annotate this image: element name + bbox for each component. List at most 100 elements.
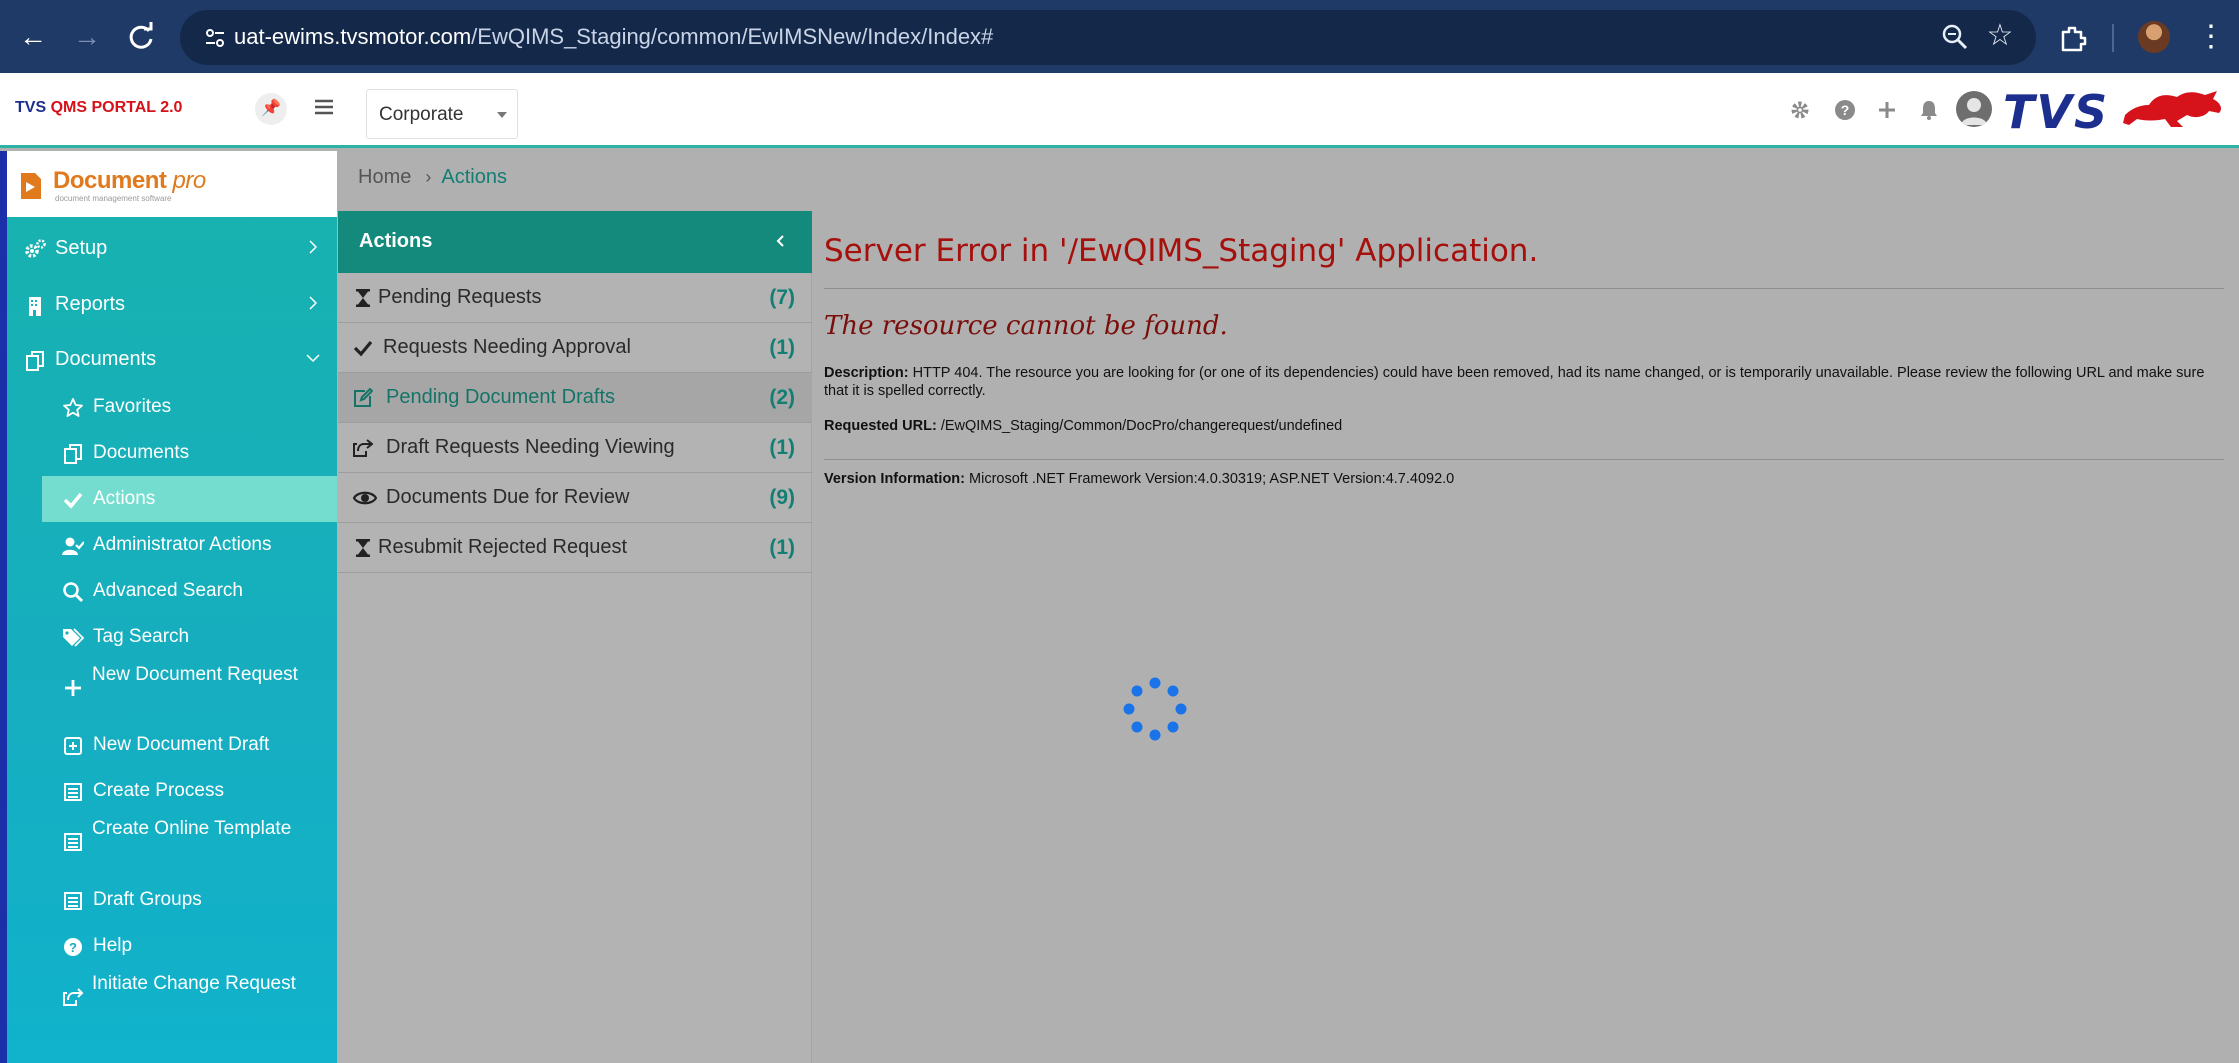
action-count: (1) [769, 536, 795, 559]
error-version-info: Version Information: Microsoft .NET Fram… [824, 471, 1455, 487]
breadcrumb-current[interactable]: Actions [441, 166, 507, 188]
sidebar-subitem-initiate-change-request[interactable]: Initiate Change Request [42, 969, 337, 1025]
breadcrumb-separator-icon: › [425, 167, 432, 187]
extensions-icon[interactable] [2057, 22, 2089, 54]
site-settings-icon[interactable] [202, 25, 228, 51]
sidebar-subitem-new-document-draft[interactable]: New Document Draft [42, 722, 337, 768]
action-row-documents-due-for-review[interactable]: Documents Due for Review (9) [338, 473, 812, 523]
share-icon [353, 439, 373, 457]
question-icon: ? [64, 938, 82, 956]
sidebar-subitem-new-document-request[interactable]: New Document Request [42, 660, 337, 715]
sidebar-item-documents[interactable]: Documents [7, 337, 337, 383]
user-check-icon [62, 537, 84, 555]
list-icon [64, 783, 82, 801]
action-count: (2) [769, 386, 795, 409]
sidebar-subitem-create-online-template[interactable]: Create Online Template [42, 814, 337, 870]
actions-panel: Actions Pending Requests (7) Requests Ne… [337, 211, 812, 1063]
bookmark-star-icon[interactable]: ☆ [1984, 20, 2016, 52]
chevron-down-icon [497, 112, 507, 118]
browser-toolbar: ← → uat-ewims.tvsmotor.com/EwQIMS_Stagin… [0, 0, 2239, 73]
app-header: TVS QMS PORTAL 2.0 📌 Corporate ? TVS [0, 73, 2239, 148]
forward-icon[interactable]: → [68, 18, 106, 56]
address-bar[interactable]: uat-ewims.tvsmotor.com/EwQIMS_Staging/co… [180, 10, 2036, 65]
zoom-icon[interactable] [1940, 22, 1970, 52]
list-icon [64, 833, 82, 851]
copy-icon [64, 444, 82, 464]
action-count: (9) [769, 486, 795, 509]
location-select-value: Corporate [379, 104, 464, 125]
action-row-pending-document-drafts[interactable]: Pending Document Drafts (2) [338, 373, 812, 423]
sidebar-item-setup[interactable]: Setup [7, 226, 337, 272]
action-count: (1) [769, 336, 795, 359]
loading-spinner-icon [1123, 677, 1187, 741]
sidebar-subitem-actions[interactable]: Actions [42, 476, 337, 522]
back-icon[interactable]: ← [14, 18, 52, 56]
error-subtitle: The resource cannot be found. [824, 311, 1228, 341]
sidebar-item-reports[interactable]: Reports [7, 282, 337, 328]
sidebar-edge [0, 151, 7, 1063]
action-row-draft-requests-needing-viewing[interactable]: Draft Requests Needing Viewing (1) [338, 423, 812, 473]
error-content: Server Error in '/EwQIMS_Staging' Applic… [812, 211, 2239, 1063]
gears-icon [25, 239, 46, 258]
actions-panel-header: Actions [338, 211, 812, 273]
sidebar-subitem-tag-search[interactable]: Tag Search [42, 614, 337, 660]
plus-icon [65, 680, 81, 696]
sidebar: Document pro document management softwar… [0, 151, 337, 1063]
error-requested-url: Requested URL: /EwQIMS_Staging/Common/Do… [824, 418, 1343, 434]
documentpro-logo: Document pro document management softwar… [7, 151, 337, 217]
divider [824, 459, 2224, 460]
browser-profile-avatar[interactable] [2138, 21, 2170, 53]
sidebar-subitem-documents[interactable]: Documents [42, 430, 337, 476]
check-icon [63, 492, 83, 509]
tags-icon [63, 628, 84, 647]
browser-menu-icon[interactable]: ⋮ [2196, 18, 2226, 56]
action-row-resubmit-rejected-request[interactable]: Resubmit Rejected Request (1) [338, 523, 812, 573]
sidebar-subitem-advanced-search[interactable]: Advanced Search [42, 568, 337, 614]
plus-square-icon [64, 737, 82, 755]
sidebar-subitem-administrator-actions[interactable]: Administrator Actions [42, 522, 337, 568]
actions-panel-title: Actions [359, 230, 433, 252]
breadcrumb: Home › Actions [358, 166, 507, 189]
list-icon [64, 892, 82, 910]
error-title: Server Error in '/EwQIMS_Staging' Applic… [824, 233, 1539, 269]
reload-icon[interactable] [122, 18, 160, 56]
action-count: (1) [769, 436, 795, 459]
help-icon[interactable]: ? [1832, 97, 1858, 123]
chevron-right-icon [309, 240, 318, 254]
hourglass-icon [356, 289, 370, 307]
divider [824, 288, 2224, 289]
toolbar-separator [2112, 24, 2114, 52]
gear-icon[interactable] [1787, 97, 1813, 123]
edit-icon [354, 388, 373, 407]
tvs-logo: TVS [2003, 83, 2225, 139]
action-count: (7) [769, 286, 795, 309]
sidebar-subitem-create-process[interactable]: Create Process [42, 768, 337, 814]
error-description: Description: HTTP 404. The resource you … [824, 365, 2205, 399]
hamburger-menu-icon[interactable] [312, 95, 336, 119]
hourglass-icon [356, 539, 370, 557]
pin-icon[interactable]: 📌 [255, 93, 287, 125]
star-icon [63, 398, 83, 417]
svg-text:?: ? [1841, 102, 1850, 118]
sidebar-subitem-draft-groups[interactable]: Draft Groups [42, 877, 337, 923]
chevron-right-icon [309, 296, 318, 310]
eye-icon [353, 491, 377, 505]
copy-icon [26, 351, 44, 371]
svg-text:?: ? [69, 940, 77, 955]
action-row-pending-requests[interactable]: Pending Requests (7) [338, 273, 812, 323]
search-icon [63, 582, 84, 603]
action-row-requests-needing-approval[interactable]: Requests Needing Approval (1) [338, 323, 812, 373]
chevron-left-icon[interactable] [774, 234, 788, 248]
share-icon [63, 988, 84, 1006]
user-avatar[interactable] [1956, 91, 1992, 127]
portal-brand[interactable]: TVS QMS PORTAL 2.0 [15, 99, 182, 117]
building-icon [29, 297, 41, 316]
bell-icon[interactable] [1916, 97, 1942, 123]
location-select[interactable]: Corporate [366, 89, 518, 139]
breadcrumb-home[interactable]: Home [358, 166, 411, 188]
add-icon[interactable] [1874, 97, 1900, 123]
sidebar-subitem-favorites[interactable]: Favorites [42, 384, 337, 430]
sidebar-subitem-help[interactable]: ? Help [42, 923, 337, 969]
check-icon [353, 340, 373, 357]
url-text[interactable]: uat-ewims.tvsmotor.com/EwQIMS_Staging/co… [234, 24, 993, 50]
